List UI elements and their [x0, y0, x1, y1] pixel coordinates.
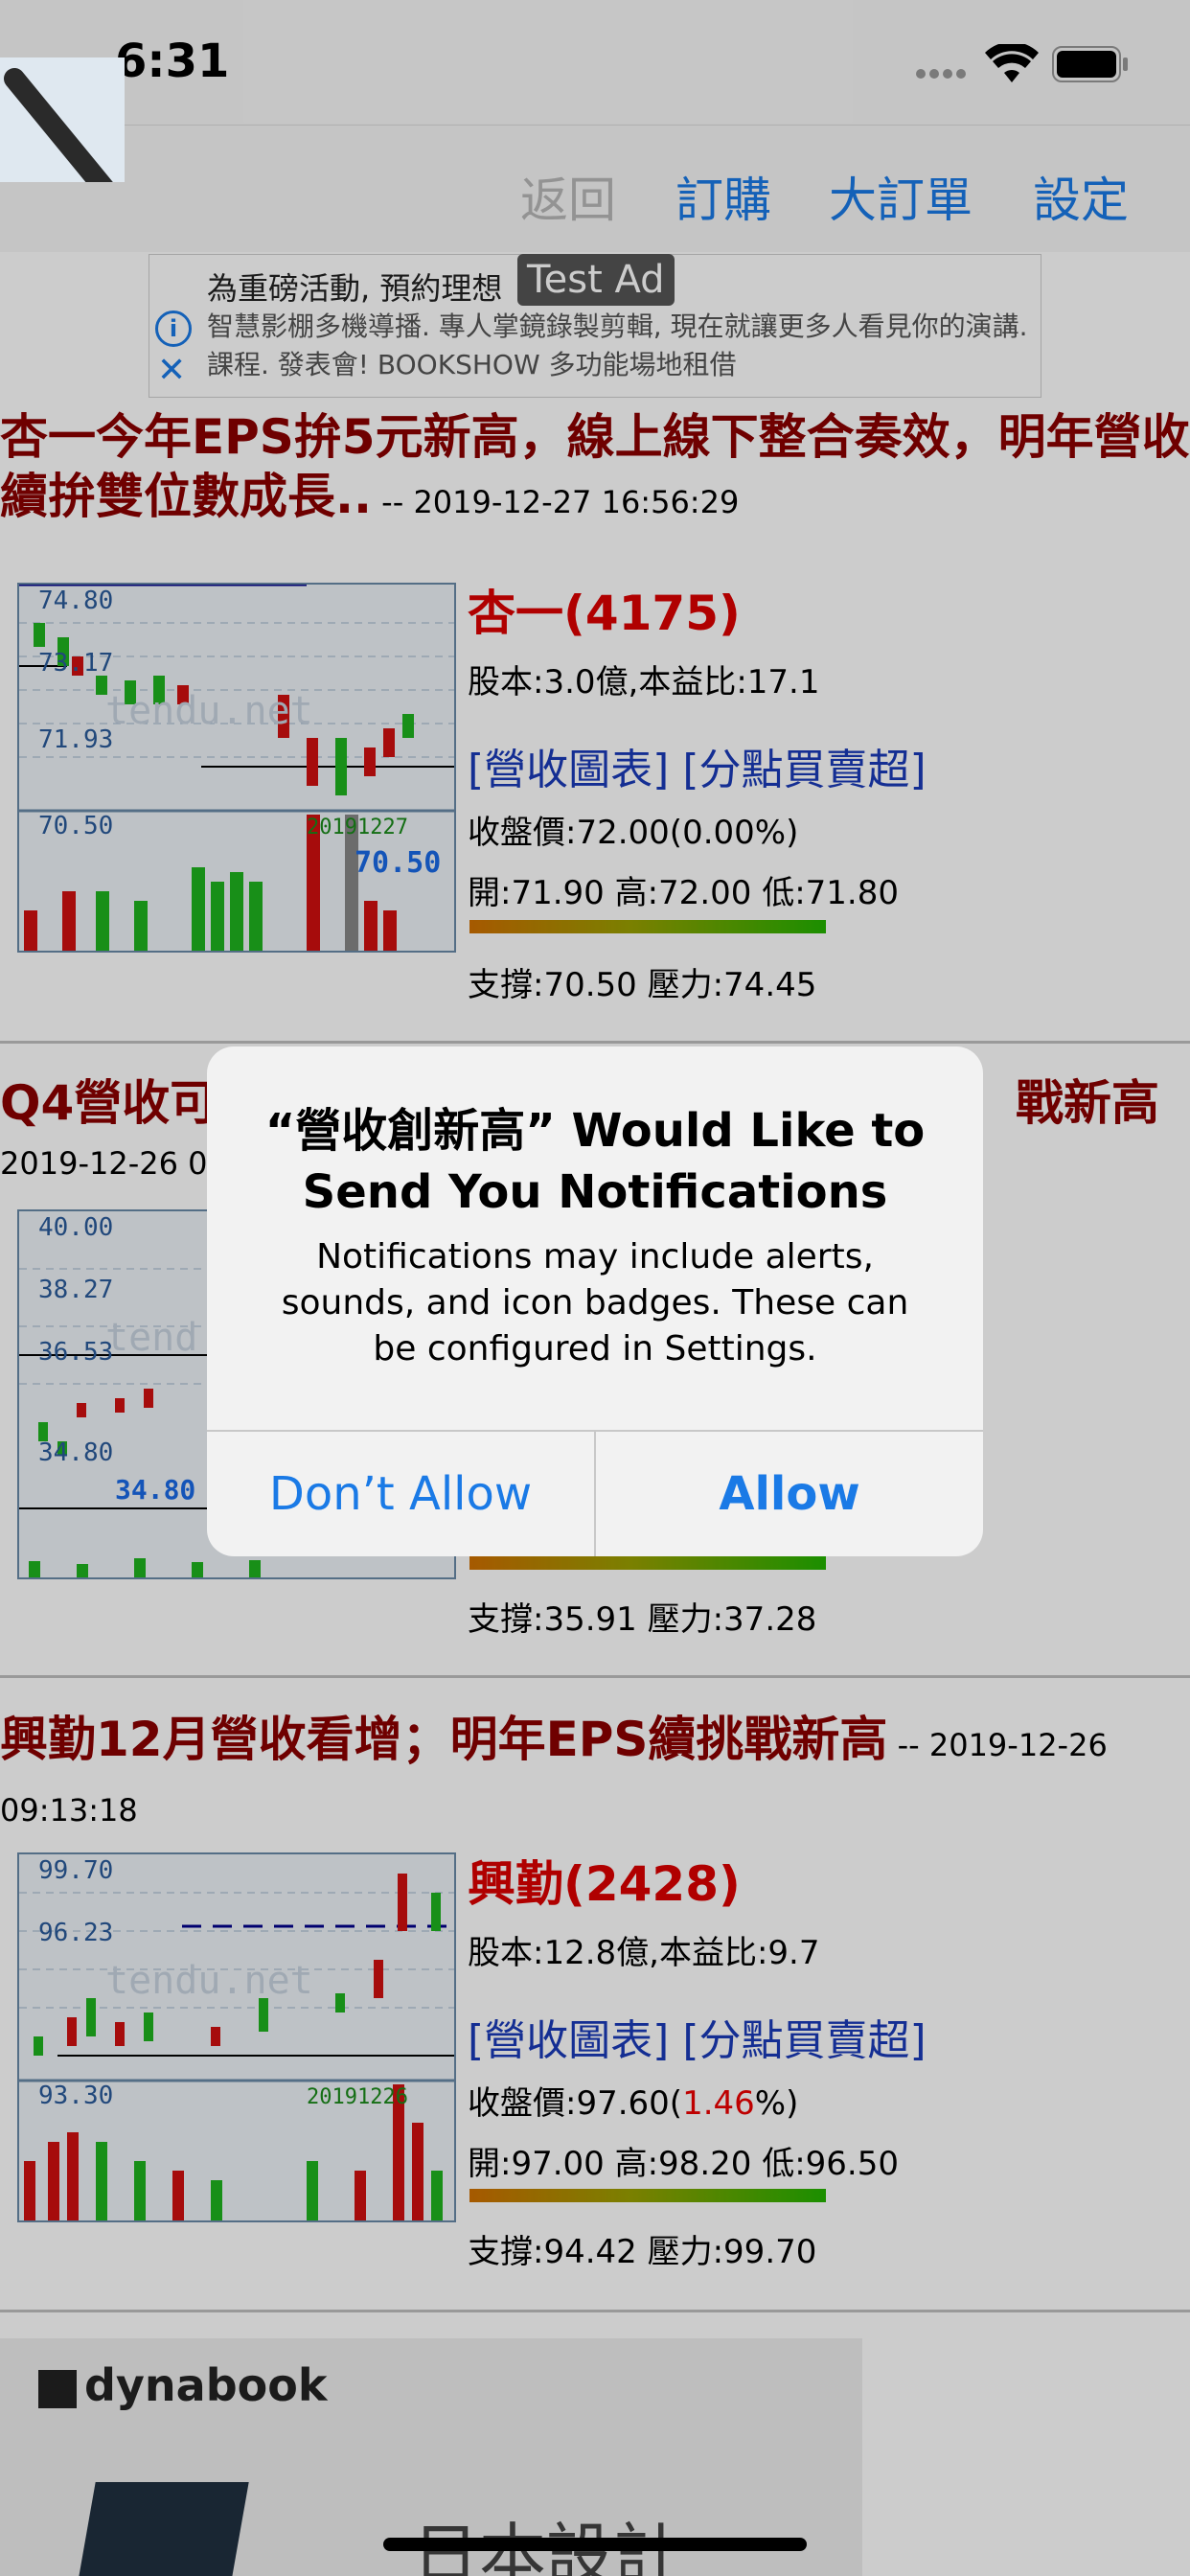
dont-allow-button[interactable]: Don’t Allow [207, 1432, 594, 1556]
home-indicator[interactable] [383, 2538, 807, 2551]
allow-button[interactable]: Allow [596, 1432, 983, 1556]
alert-title: “營收創新高” Would Like to Send You Notificat… [264, 1104, 926, 1219]
alert-message: Notifications may include alerts, sounds… [281, 1237, 909, 1368]
notification-permission-alert: “營收創新高” Would Like to Send You Notificat… [207, 1046, 983, 1556]
app-thumbnail-icon[interactable] [0, 58, 126, 212]
